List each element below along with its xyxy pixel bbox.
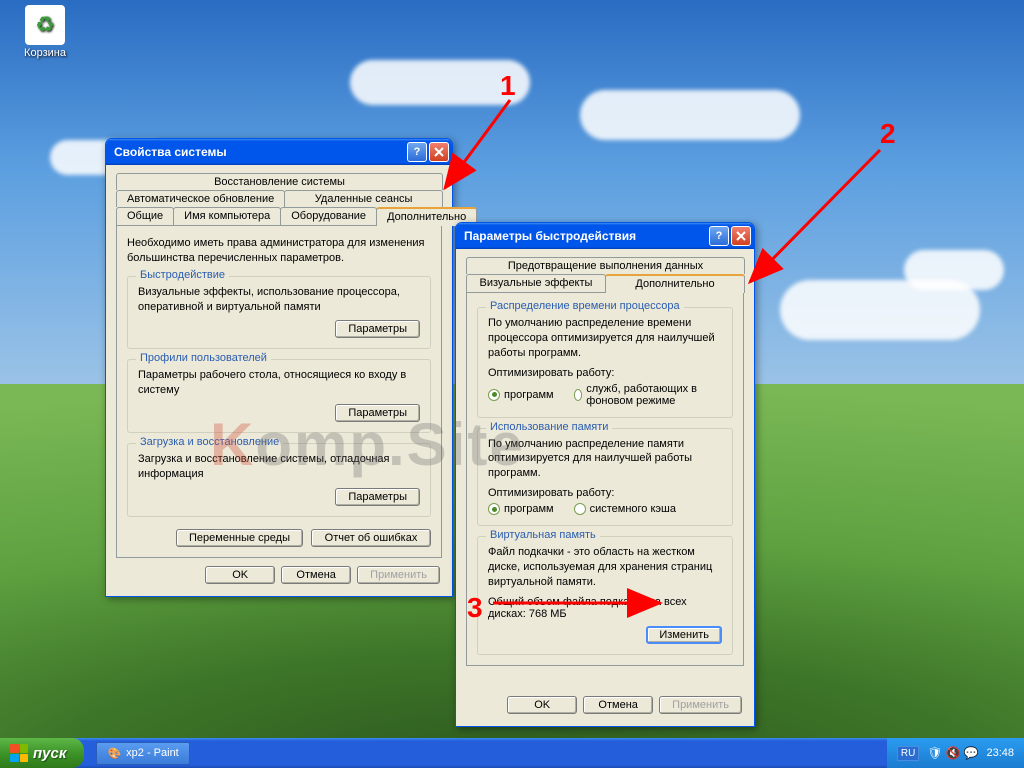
radio-programs-mem[interactable]: программ	[488, 503, 554, 515]
radio-off-icon	[574, 389, 583, 401]
windows-logo-icon	[10, 744, 28, 762]
tab-strip: Предотвращение выполнения данных Визуаль…	[466, 257, 744, 292]
clock[interactable]: 23:48	[986, 747, 1014, 759]
startup-recovery-legend: Загрузка и восстановление	[136, 436, 283, 448]
tab-general[interactable]: Общие	[116, 207, 174, 225]
radio-label: программ	[504, 389, 554, 401]
titlebar-close-button[interactable]	[429, 142, 449, 162]
recycle-bin-label: Корзина	[15, 47, 75, 59]
cancel-button[interactable]: Отмена	[583, 696, 653, 714]
recycle-bin-glyph-icon: ♻	[25, 5, 65, 45]
virtual-memory-group: Виртуальная память Файл подкачки - это о…	[477, 536, 733, 655]
tray-network-icon[interactable]: 🔇	[946, 746, 961, 760]
optimize-label: Оптимизировать работу:	[488, 367, 722, 379]
radio-on-icon	[488, 503, 500, 515]
ok-button[interactable]: OK	[205, 566, 275, 584]
processor-scheduling-group: Распределение времени процессора По умол…	[477, 307, 733, 418]
window-title: Параметры быстродействия	[464, 229, 636, 243]
env-vars-button[interactable]: Переменные среды	[176, 529, 303, 547]
language-indicator[interactable]: RU	[897, 746, 919, 761]
titlebar-help-button[interactable]: ?	[709, 226, 729, 246]
performance-legend: Быстродействие	[136, 269, 229, 281]
tab-dep[interactable]: Предотвращение выполнения данных	[466, 257, 745, 274]
processor-scheduling-legend: Распределение времени процессора	[486, 300, 684, 312]
performance-settings-button[interactable]: Параметры	[335, 320, 420, 338]
tab-system-restore[interactable]: Восстановление системы	[116, 173, 443, 190]
start-label: пуск	[33, 745, 66, 762]
tab-strip: Восстановление системы Автоматическое об…	[116, 173, 442, 225]
tab-panel-advanced: Распределение времени процессора По умол…	[466, 292, 744, 666]
change-pagefile-button[interactable]: Изменить	[646, 626, 722, 644]
taskbar: пуск 🎨 xp2 - Paint RU 🛡 🔇 💬 23:48	[0, 738, 1024, 768]
memory-usage-legend: Использование памяти	[486, 421, 612, 433]
pagefile-total: Общий объем файла подкачки на всех диска…	[488, 596, 722, 620]
radio-label: системного кэша	[590, 503, 676, 515]
performance-desc: Визуальные эффекты, использование процес…	[138, 285, 420, 315]
performance-options-window: Параметры быстродействия ? Предотвращени…	[455, 222, 755, 727]
close-icon	[434, 147, 444, 157]
admin-rights-text: Необходимо иметь права администратора дл…	[127, 236, 431, 266]
startup-recovery-settings-button[interactable]: Параметры	[335, 488, 420, 506]
paint-icon: 🎨	[107, 747, 121, 760]
tab-visual-effects[interactable]: Визуальные эффекты	[466, 274, 606, 292]
cancel-button[interactable]: Отмена	[281, 566, 351, 584]
radio-label: служб, работающих в фоновом режиме	[586, 383, 722, 407]
user-profiles-group: Профили пользователей Параметры рабочего…	[127, 359, 431, 433]
start-button[interactable]: пуск	[0, 738, 84, 768]
titlebar[interactable]: Параметры быстродействия ?	[456, 223, 754, 249]
tab-advanced[interactable]: Дополнительно	[605, 274, 745, 293]
user-profiles-desc: Параметры рабочего стола, относящиеся ко…	[138, 368, 420, 398]
apply-button[interactable]: Применить	[357, 566, 440, 584]
user-profiles-legend: Профили пользователей	[136, 352, 271, 364]
tab-computer-name[interactable]: Имя компьютера	[173, 207, 281, 225]
apply-button[interactable]: Применить	[659, 696, 742, 714]
startup-recovery-desc: Загрузка и восстановление системы, отлад…	[138, 452, 420, 482]
virtual-memory-legend: Виртуальная память	[486, 529, 600, 541]
tab-panel-advanced: Необходимо иметь права администратора дл…	[116, 225, 442, 558]
tab-auto-updates[interactable]: Автоматическое обновление	[116, 190, 285, 207]
virtual-memory-desc: Файл подкачки - это область на жестком д…	[488, 545, 722, 590]
radio-programs[interactable]: программ	[488, 389, 554, 401]
tray-volume-icon[interactable]: 💬	[964, 746, 979, 760]
recycle-bin-icon[interactable]: ♻ Корзина	[15, 5, 75, 59]
radio-off-icon	[574, 503, 586, 515]
user-profiles-settings-button[interactable]: Параметры	[335, 404, 420, 422]
system-properties-window: Свойства системы ? Восстановление систем…	[105, 138, 453, 597]
taskbar-item-label: xp2 - Paint	[126, 747, 179, 759]
tab-remote[interactable]: Удаленные сеансы	[284, 190, 443, 207]
system-tray: RU 🛡 🔇 💬 23:48	[887, 738, 1024, 768]
window-title: Свойства системы	[114, 145, 227, 159]
titlebar-close-button[interactable]	[731, 226, 751, 246]
titlebar-help-button[interactable]: ?	[407, 142, 427, 162]
ok-button[interactable]: OK	[507, 696, 577, 714]
radio-on-icon	[488, 389, 500, 401]
radio-label: программ	[504, 503, 554, 515]
radio-background-services[interactable]: служб, работающих в фоновом режиме	[574, 383, 722, 407]
tab-hardware[interactable]: Оборудование	[280, 207, 377, 225]
processor-scheduling-desc: По умолчанию распределение времени проце…	[488, 316, 722, 361]
close-icon	[736, 231, 746, 241]
performance-group: Быстродействие Визуальные эффекты, испол…	[127, 276, 431, 350]
taskbar-item-paint[interactable]: 🎨 xp2 - Paint	[96, 742, 189, 765]
startup-recovery-group: Загрузка и восстановление Загрузка и вос…	[127, 443, 431, 517]
optimize-label: Оптимизировать работу:	[488, 487, 722, 499]
radio-system-cache[interactable]: системного кэша	[574, 503, 676, 515]
memory-usage-group: Использование памяти По умолчанию распре…	[477, 428, 733, 527]
tray-shield-icon[interactable]: 🛡	[927, 746, 942, 760]
error-reporting-button[interactable]: Отчет об ошибках	[311, 529, 431, 547]
tray-icons[interactable]: 🛡 🔇 💬	[927, 746, 978, 760]
titlebar[interactable]: Свойства системы ?	[106, 139, 452, 165]
memory-usage-desc: По умолчанию распределение памяти оптими…	[488, 437, 722, 482]
